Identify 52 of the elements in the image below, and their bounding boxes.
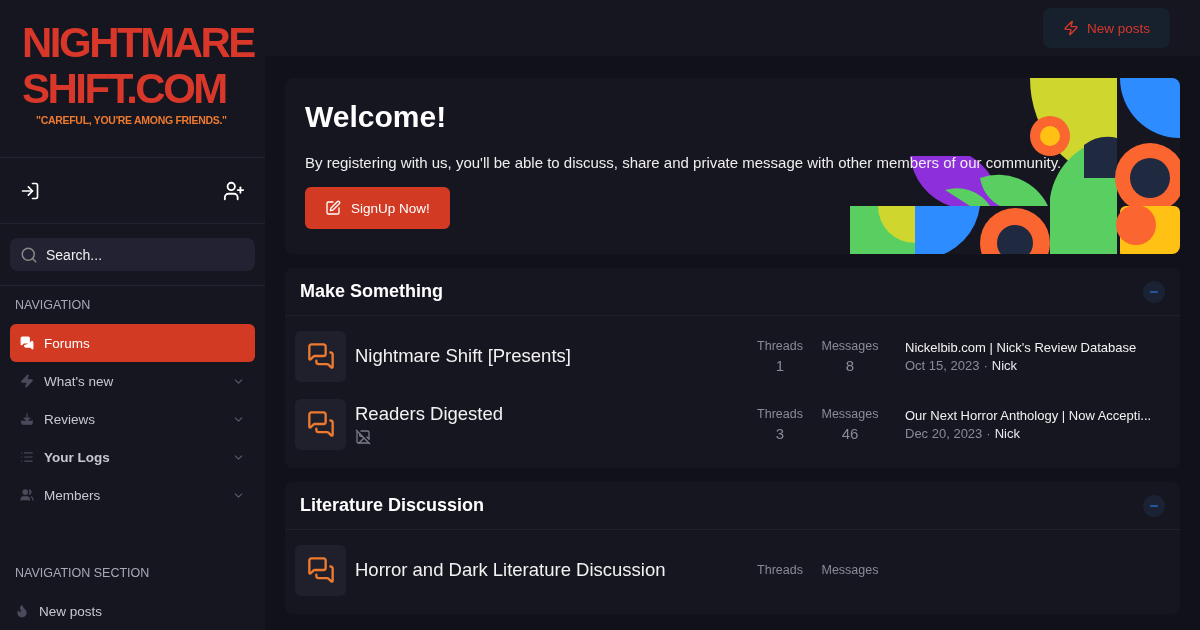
messages-count: 8 [845, 356, 855, 374]
collapse-button[interactable] [1143, 494, 1165, 517]
users-icon [20, 488, 34, 502]
messages-label: Messages [821, 338, 879, 353]
welcome-title: Welcome! [305, 100, 448, 134]
nav-item[interactable]: Members [10, 476, 255, 514]
nav-item[interactable]: New posts [5, 592, 260, 630]
separator-dot: · [983, 357, 988, 373]
separator-dot: · [986, 425, 991, 441]
forum-title-link[interactable]: Nightmare Shift [Presents] [355, 345, 750, 367]
username-link[interactable]: Nick [991, 357, 1018, 373]
messages-label: Messages [821, 563, 879, 577]
latest-thread-link[interactable]: Nickelbib.com | Nick's Review Database [905, 339, 1170, 355]
messages-count: 46 [841, 424, 859, 442]
register-icon[interactable] [223, 179, 245, 202]
signup-button[interactable]: SignUp Now! [305, 187, 450, 229]
collapse-button[interactable] [1143, 280, 1165, 303]
threads-label: Threads [757, 563, 803, 577]
nav-item[interactable]: Forums [10, 324, 255, 362]
category-title[interactable]: Literature Discussion [300, 495, 485, 516]
forum-title-link[interactable]: Horror and Dark Literature Discussion [355, 559, 750, 581]
lightning-icon [1062, 20, 1079, 36]
chat-icon [20, 336, 34, 350]
search-icon [20, 246, 38, 264]
latest-thread-link[interactable]: Our Next Horror Anthology | Now Accepti... [905, 407, 1170, 423]
search-field[interactable]: Search... [10, 238, 255, 271]
broken-image-icon [355, 429, 371, 445]
category-title[interactable]: Make Something [300, 281, 444, 302]
post-date: Oct 15, 2023 [905, 357, 980, 373]
flame-icon [15, 604, 29, 618]
section-heading: NAVIGATION [14, 297, 92, 314]
forum-icon [295, 330, 346, 382]
list-icon [20, 450, 34, 464]
login-icon[interactable] [20, 180, 40, 201]
threads-count: 3 [775, 424, 785, 442]
post-date: Dec 20, 2023 [905, 425, 983, 441]
threads-label: Threads [757, 406, 803, 421]
threads-label: Threads [757, 338, 803, 353]
section-heading: NAVIGATION SECTION [14, 565, 151, 582]
forum-title-link[interactable]: Readers Digested [355, 403, 750, 425]
nav-item[interactable]: Reviews [10, 400, 255, 438]
forum-icon [295, 544, 346, 596]
new-posts-button[interactable]: New posts [1042, 8, 1170, 48]
download-icon [20, 412, 34, 426]
lightning-icon [20, 374, 34, 388]
nav-item[interactable]: Your Logs [10, 438, 255, 476]
edit-icon [325, 200, 341, 216]
forum-icon [295, 398, 346, 450]
username-link[interactable]: Nick [994, 425, 1020, 441]
threads-count: 1 [775, 356, 785, 374]
nav-item[interactable]: What's new [10, 362, 255, 400]
messages-label: Messages [821, 406, 879, 421]
